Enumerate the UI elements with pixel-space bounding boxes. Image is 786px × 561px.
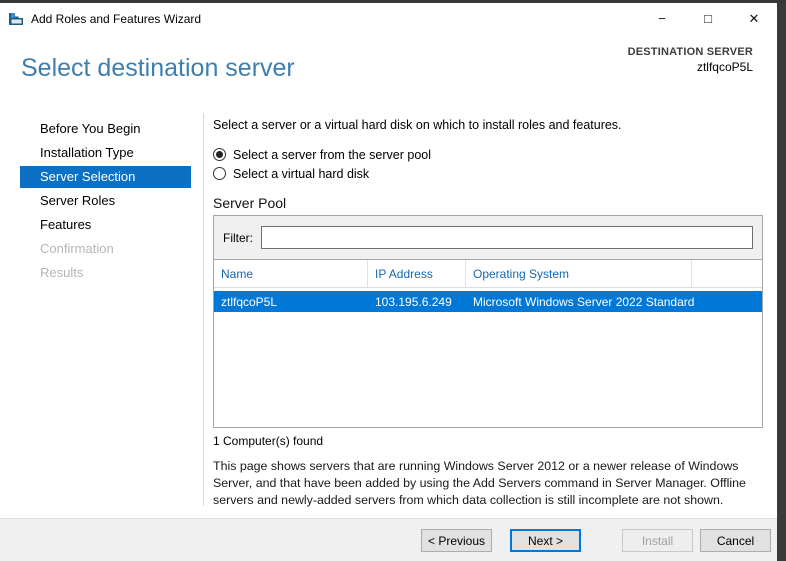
destination-server-label: DESTINATION SERVER	[628, 46, 753, 58]
column-header-name[interactable]: Name	[214, 260, 368, 287]
sidebar-item-before-you-begin[interactable]: Before You Begin	[20, 118, 191, 140]
sidebar-item-confirmation: Confirmation	[20, 238, 191, 260]
maximize-button[interactable]: □	[685, 3, 731, 34]
radio-unselected-icon	[213, 167, 226, 180]
column-header-operating-system[interactable]: Operating System	[466, 260, 692, 287]
minimize-icon: −	[658, 11, 666, 26]
intro-text: Select a server or a virtual hard disk o…	[213, 118, 763, 132]
sidebar-divider	[203, 113, 204, 506]
server-pool-table: Name IP Address Operating System ztlfqco…	[213, 260, 763, 428]
close-icon: ✕	[749, 11, 760, 27]
destination-radio-group: Select a server from the server pool Sel…	[213, 145, 763, 183]
page-description: This page shows servers that are running…	[213, 458, 761, 509]
column-header-ip-address[interactable]: IP Address	[368, 260, 466, 287]
column-header-spacer	[692, 260, 762, 287]
sidebar-item-installation-type[interactable]: Installation Type	[20, 142, 191, 164]
sidebar-item-server-selection[interactable]: Server Selection	[20, 166, 191, 188]
previous-button[interactable]: < Previous	[421, 529, 492, 552]
install-button: Install	[622, 529, 693, 552]
sidebar-item-server-roles[interactable]: Server Roles	[20, 190, 191, 212]
radio-select-virtual-hard-disk[interactable]: Select a virtual hard disk	[213, 164, 763, 183]
filter-label: Filter:	[223, 231, 253, 245]
table-header-row: Name IP Address Operating System	[214, 260, 762, 288]
table-body: ztlfqcoP5L 103.195.6.249 Microsoft Windo…	[214, 288, 762, 427]
cancel-button[interactable]: Cancel	[700, 529, 771, 552]
wizard-content: Select a server or a virtual hard disk o…	[213, 110, 763, 509]
close-button[interactable]: ✕	[731, 3, 777, 34]
radio-select-virtual-hard-disk-label: Select a virtual hard disk	[233, 167, 369, 181]
radio-selected-icon	[213, 148, 226, 161]
desktop-background-top-strip	[0, 0, 786, 3]
wizard-steps-sidebar: Before You Begin Installation Type Serve…	[0, 110, 203, 286]
minimize-button[interactable]: −	[639, 3, 685, 34]
sidebar-item-features[interactable]: Features	[20, 214, 191, 236]
titlebar: Add Roles and Features Wizard − □ ✕	[0, 3, 777, 34]
page-title: Select destination server	[21, 54, 295, 83]
sidebar-item-results: Results	[20, 262, 191, 284]
server-name-cell: ztlfqcoP5L	[214, 295, 368, 309]
server-manager-toolbox-icon	[8, 11, 24, 27]
next-button[interactable]: Next >	[510, 529, 581, 552]
server-pool-title: Server Pool	[213, 195, 763, 211]
maximize-icon: □	[704, 11, 712, 26]
wizard-header: Select destination server DESTINATION SE…	[0, 34, 777, 110]
wizard-main: Before You Begin Installation Type Serve…	[0, 110, 777, 518]
wizard-window: Add Roles and Features Wizard − □ ✕ Sele…	[0, 3, 777, 561]
server-ip-cell: 103.195.6.249	[368, 295, 466, 309]
window-controls: − □ ✕	[639, 3, 777, 34]
desktop-background-right-strip	[777, 0, 786, 561]
destination-server-name: ztlfqcoP5L	[628, 60, 753, 74]
server-os-cell: Microsoft Windows Server 2022 Standard	[466, 295, 762, 309]
computers-found-text: 1 Computer(s) found	[213, 434, 763, 448]
radio-select-server-pool-label: Select a server from the server pool	[233, 148, 431, 162]
window-title: Add Roles and Features Wizard	[31, 12, 201, 26]
filter-input[interactable]	[261, 226, 753, 249]
server-pool-filter-box: Filter:	[213, 215, 763, 260]
radio-select-server-pool[interactable]: Select a server from the server pool	[213, 145, 763, 164]
destination-server-block: DESTINATION SERVER ztlfqcoP5L	[628, 46, 753, 74]
table-row-server[interactable]: ztlfqcoP5L 103.195.6.249 Microsoft Windo…	[214, 291, 762, 312]
wizard-footer: < Previous Next > Install Cancel	[0, 518, 777, 561]
